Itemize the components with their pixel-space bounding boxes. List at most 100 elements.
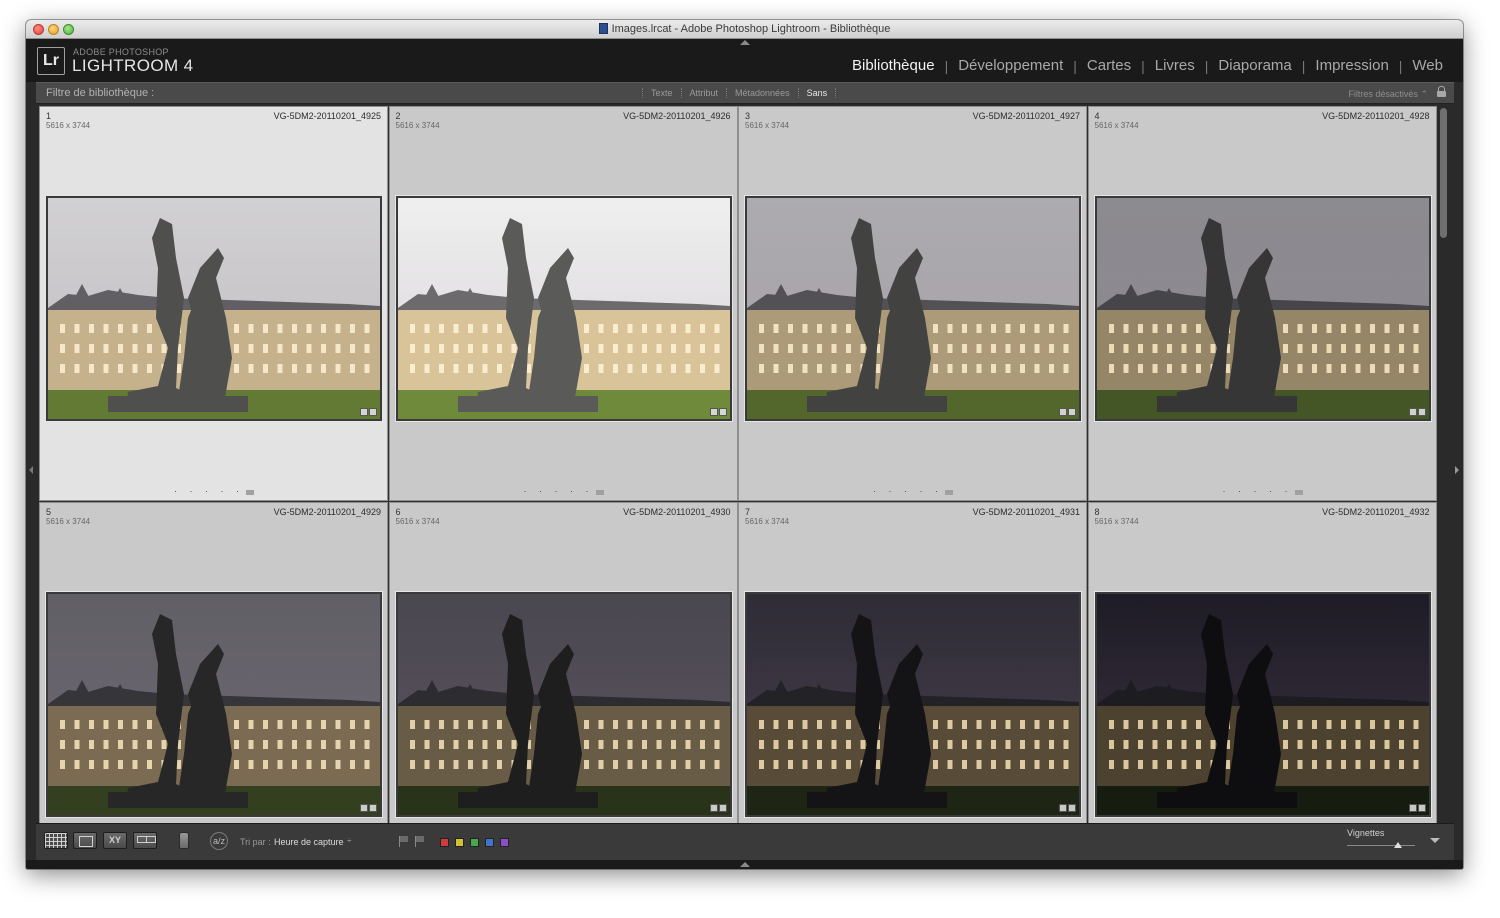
develop-badge-icon[interactable] <box>1417 408 1426 416</box>
left-panel-toggle-icon[interactable] <box>29 466 33 474</box>
photo-thumbnail[interactable] <box>397 198 730 419</box>
right-panel-toggle-icon[interactable] <box>1455 466 1459 474</box>
photo-thumbnail-frame[interactable] <box>744 591 1082 818</box>
cell-dimensions: 5616 x 3744 <box>395 121 440 130</box>
filter-tab-0[interactable]: Texte <box>642 88 681 98</box>
photo-thumbnail-frame[interactable] <box>394 195 733 422</box>
photo-thumbnail-frame[interactable] <box>45 591 383 818</box>
color-label-indicator[interactable] <box>1294 490 1303 495</box>
module-tab-4[interactable]: Diaporama <box>1208 57 1301 74</box>
compare-view-icon[interactable]: XY <box>103 832 127 849</box>
color-label-swatch[interactable] <box>455 838 464 847</box>
star-rating[interactable]: · · · · · <box>1223 486 1293 496</box>
thumbnail-cell[interactable]: 3 5616 x 3744 VG-5DM2-20110201_4927 · · · ·… <box>738 106 1087 501</box>
identity-plate-header: Lr ADOBE PHOTOSHOP LIGHTROOM 4 Bibliothè… <box>26 39 1463 82</box>
metadata-badge-icon[interactable] <box>709 408 718 416</box>
color-label-indicator[interactable] <box>595 490 604 495</box>
color-label-swatch[interactable] <box>440 838 449 847</box>
module-picker: Bibliothèque | Développement | Cartes | Livres… <box>842 57 1453 74</box>
metadata-badge-icon[interactable] <box>709 804 718 812</box>
sort-chevron-icon[interactable]: ÷ <box>347 836 351 845</box>
color-label-swatch[interactable] <box>485 838 494 847</box>
metadata-badge-icon[interactable] <box>360 804 368 812</box>
photo-thumbnail[interactable] <box>1096 198 1429 419</box>
star-rating[interactable]: · · · · · <box>873 486 943 496</box>
color-label-swatch[interactable] <box>500 838 509 847</box>
develop-badge-icon[interactable] <box>1068 804 1076 812</box>
sort-label: Tri par : <box>240 837 271 847</box>
flag-reject-icon[interactable] <box>415 836 425 847</box>
thumbnail-cell[interactable]: 1 5616 x 3744 VG-5DM2-20110201_4925 · · · ·… <box>39 106 388 501</box>
cell-index: 8 <box>1094 507 1100 517</box>
toolbar-content-menu-icon[interactable] <box>1430 838 1440 843</box>
develop-badge-icon[interactable] <box>718 408 727 416</box>
thumbnail-badges <box>1408 804 1426 812</box>
bottom-panel-toggle-icon[interactable] <box>740 862 750 867</box>
metadata-badge-icon[interactable] <box>360 408 368 416</box>
lock-icon[interactable] <box>1437 86 1446 97</box>
star-rating[interactable]: · · · · · <box>524 486 594 496</box>
top-panel-toggle-icon[interactable] <box>740 40 750 45</box>
grid-scrollbar[interactable] <box>1438 106 1449 823</box>
lightroom-logo: Lr <box>37 47 65 75</box>
metadata-badge-icon[interactable] <box>1059 408 1067 416</box>
sort-order-select[interactable]: Heure de capture <box>274 837 344 847</box>
thumbnail-cell[interactable]: 5 5616 x 3744 VG-5DM2-20110201_4929 <box>39 502 388 869</box>
flag-pick-icon[interactable] <box>399 836 409 847</box>
develop-badge-icon[interactable] <box>369 408 377 416</box>
photo-thumbnail-frame[interactable] <box>744 195 1082 422</box>
metadata-badge-icon[interactable] <box>1408 408 1417 416</box>
metadata-badge-icon[interactable] <box>1408 804 1417 812</box>
photo-thumbnail[interactable] <box>1096 594 1429 815</box>
module-tab-0[interactable]: Bibliothèque <box>842 57 945 74</box>
scrollbar-thumb[interactable] <box>1440 108 1447 238</box>
develop-badge-icon[interactable] <box>1068 408 1076 416</box>
metadata-badge-icon[interactable] <box>1059 804 1067 812</box>
module-tab-2[interactable]: Cartes <box>1077 57 1141 74</box>
photo-thumbnail[interactable] <box>48 594 380 815</box>
star-rating[interactable]: · · · · · <box>174 486 244 496</box>
thumbnail-cell[interactable]: 8 5616 x 3744 VG-5DM2-20110201_4932 <box>1087 502 1437 869</box>
photo-thumbnail[interactable] <box>747 198 1079 419</box>
thumbnail-cell[interactable]: 7 5616 x 3744 VG-5DM2-20110201_4931 <box>738 502 1087 869</box>
photo-thumbnail-frame[interactable] <box>45 195 383 422</box>
cell-index: 3 <box>745 111 751 121</box>
cell-filename: VG-5DM2-20110201_4932 <box>1322 507 1430 517</box>
thumbnail-badges <box>360 804 377 812</box>
photo-thumbnail[interactable] <box>397 594 730 815</box>
color-label-indicator[interactable] <box>246 490 254 495</box>
cell-filename: VG-5DM2-20110201_4928 <box>1322 111 1430 121</box>
color-label-swatch[interactable] <box>470 838 479 847</box>
module-tab-6[interactable]: Web <box>1402 57 1453 74</box>
module-tab-1[interactable]: Développement <box>948 57 1073 74</box>
module-tab-5[interactable]: Impression <box>1305 57 1398 74</box>
filter-tab-2[interactable]: Métadonnées <box>726 88 798 98</box>
filter-preset-label: Filtres désactivés <box>1348 89 1418 99</box>
thumbnail-size-slider-thumb[interactable] <box>1394 842 1402 848</box>
module-tab-3[interactable]: Livres <box>1145 57 1205 74</box>
photo-thumbnail-frame[interactable] <box>394 591 733 818</box>
grid-view-icon[interactable] <box>44 832 68 849</box>
painter-spray-icon[interactable] <box>179 832 189 849</box>
photo-thumbnail-frame[interactable] <box>1093 195 1432 422</box>
sort-direction-icon[interactable]: a/z <box>210 832 228 850</box>
survey-view-icon[interactable] <box>133 832 157 849</box>
thumbnail-size-slider[interactable] <box>1347 845 1415 846</box>
filter-tab-3[interactable]: Sans <box>797 88 837 98</box>
filter-tab-1[interactable]: Attribut <box>680 88 727 98</box>
cell-filename: VG-5DM2-20110201_4931 <box>972 507 1080 517</box>
photo-thumbnail[interactable] <box>48 198 380 419</box>
develop-badge-icon[interactable] <box>1417 804 1426 812</box>
filter-preset-menu[interactable]: Filtres désactivés ⌃ <box>1348 89 1428 100</box>
loupe-view-icon[interactable] <box>73 832 97 849</box>
develop-badge-icon[interactable] <box>718 804 727 812</box>
cell-dimensions: 5616 x 3744 <box>46 121 91 130</box>
app-window: Images.lrcat - Adobe Photoshop Lightroom… <box>26 20 1463 869</box>
photo-thumbnail-frame[interactable] <box>1093 591 1432 818</box>
thumbnail-cell[interactable]: 6 5616 x 3744 VG-5DM2-20110201_4930 <box>388 502 738 869</box>
thumbnail-cell[interactable]: 2 5616 x 3744 VG-5DM2-20110201_4926 · · · ·… <box>388 106 738 501</box>
color-label-indicator[interactable] <box>945 490 953 495</box>
photo-thumbnail[interactable] <box>747 594 1079 815</box>
thumbnail-cell[interactable]: 4 5616 x 3744 VG-5DM2-20110201_4928 · · · ·… <box>1087 106 1437 501</box>
develop-badge-icon[interactable] <box>369 804 377 812</box>
